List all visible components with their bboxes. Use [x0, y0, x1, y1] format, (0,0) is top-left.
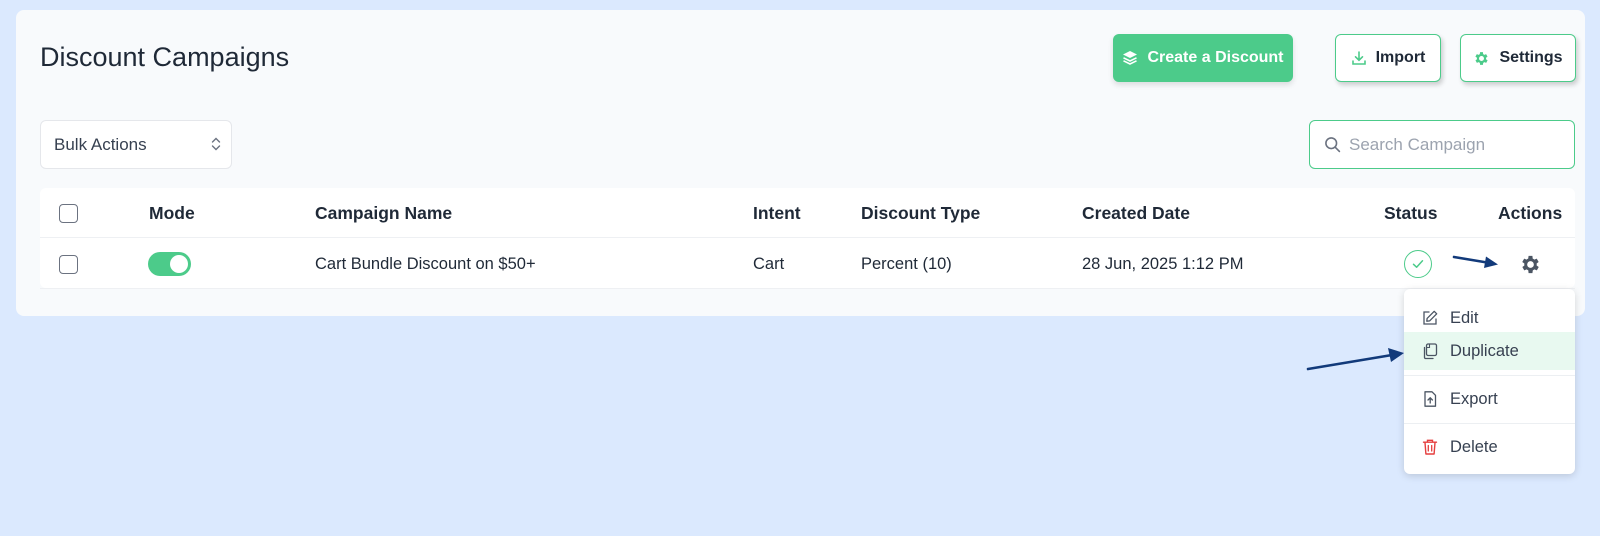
col-campaign-name[interactable]: Campaign Name: [315, 188, 452, 238]
menu-item-label: Edit: [1450, 308, 1479, 327]
import-label: Import: [1375, 49, 1426, 66]
status-cell: [1404, 239, 1432, 289]
export-icon: [1424, 391, 1437, 407]
select-all-checkbox[interactable]: [59, 203, 78, 223]
discount-type-cell: Percent (10): [861, 254, 952, 273]
campaigns-panel: Discount Campaigns Create a Discount Imp…: [16, 10, 1585, 316]
settings-label: Settings: [1499, 49, 1563, 66]
actions-dropdown-menu: Edit Duplicate Export Delete: [1404, 289, 1575, 474]
row-select-cell: [59, 239, 78, 289]
download-icon: [1351, 51, 1366, 65]
menu-item-label: Delete: [1450, 437, 1498, 456]
actions-cell: [1519, 239, 1542, 289]
edit-icon: [1423, 310, 1438, 325]
annotation-arrow-duplicate: [1306, 348, 1404, 371]
campaign-name-cell[interactable]: Cart Bundle Discount on $50+: [315, 239, 536, 289]
layers-icon: [1123, 51, 1138, 65]
row-checkbox[interactable]: [59, 254, 78, 274]
create-discount-label: Create a Discount: [1147, 49, 1284, 66]
trash-icon: [1422, 439, 1438, 455]
select-caret-icon: [211, 137, 221, 151]
menu-divider: [1404, 375, 1575, 376]
col-discount-type[interactable]: Discount Type: [861, 188, 980, 238]
menu-item-duplicate[interactable]: Duplicate: [1404, 332, 1575, 370]
actions-gear-icon[interactable]: [1519, 253, 1542, 276]
create-discount-button[interactable]: Create a Discount: [1113, 34, 1293, 82]
settings-button[interactable]: Settings: [1460, 34, 1576, 82]
menu-divider: [1404, 423, 1575, 424]
bulk-actions-select[interactable]: Bulk Actions: [40, 120, 232, 169]
col-status: Status: [1384, 202, 1438, 223]
col-intent[interactable]: Intent: [753, 188, 801, 238]
menu-item-label: Export: [1450, 389, 1498, 408]
duplicate-icon: [1423, 343, 1438, 360]
campaigns-table: Mode Campaign Name Intent Discount Type …: [40, 188, 1575, 289]
mode-cell: [148, 239, 191, 289]
gear-icon: [1475, 51, 1489, 65]
status-check-icon: [1404, 250, 1432, 278]
col-created-date[interactable]: Created Date: [1082, 188, 1190, 238]
search-input[interactable]: [1349, 134, 1559, 155]
table-header-row: Mode Campaign Name Intent Discount Type …: [40, 188, 1575, 238]
table-row: Cart Bundle Discount on $50+ Cart Percen…: [40, 239, 1575, 289]
page-title: Discount Campaigns: [40, 42, 290, 72]
created-date-cell: 28 Jun, 2025 1:12 PM: [1082, 254, 1244, 273]
col-actions: Actions: [1498, 202, 1563, 223]
menu-item-label: Duplicate: [1450, 341, 1519, 360]
col-mode[interactable]: Mode: [149, 188, 195, 238]
intent-cell: Cart: [753, 254, 785, 273]
annotation-arrow-gear: [1452, 255, 1498, 268]
menu-item-export[interactable]: Export: [1404, 380, 1575, 418]
mode-toggle[interactable]: [148, 252, 191, 276]
search-field[interactable]: [1309, 120, 1575, 169]
import-button[interactable]: Import: [1335, 34, 1441, 82]
menu-item-delete[interactable]: Delete: [1404, 428, 1575, 466]
bulk-actions-label: Bulk Actions: [54, 134, 147, 154]
select-all-cell: [59, 188, 78, 238]
search-icon: [1325, 137, 1341, 153]
